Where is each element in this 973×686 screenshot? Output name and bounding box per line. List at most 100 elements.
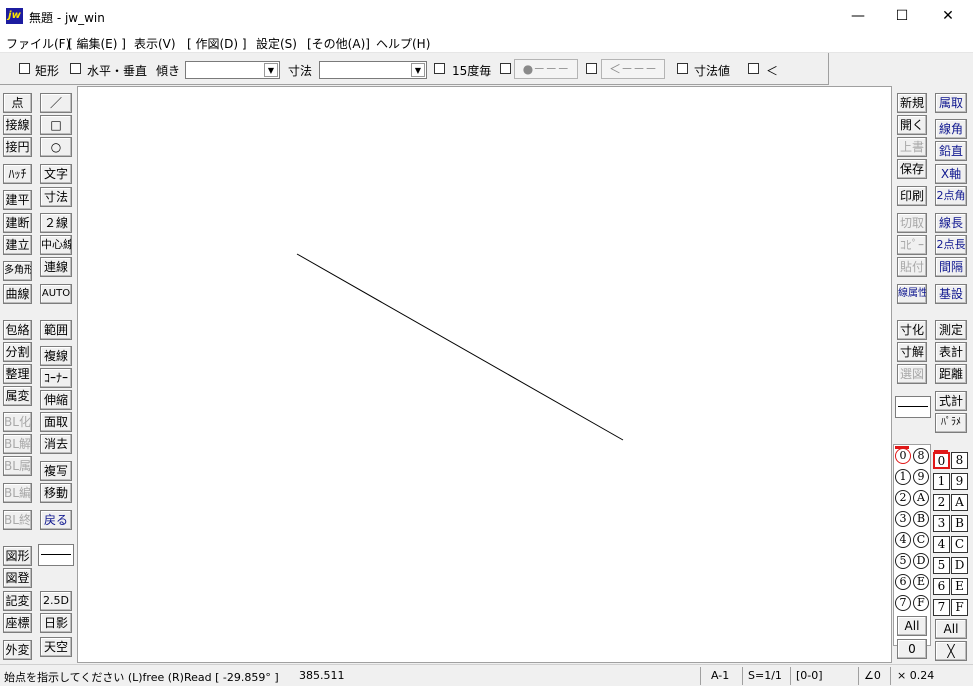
deg15-checkbox[interactable] — [434, 63, 445, 74]
layer-group-9[interactable]: 9 — [913, 469, 929, 485]
tool-x-axis[interactable]: X軸 — [935, 164, 967, 184]
tilt-combo[interactable]: ▼ — [185, 61, 280, 79]
layer-7[interactable]: 7 — [933, 599, 950, 616]
menu-draw[interactable]: [ 作図(D) ] — [187, 35, 247, 52]
tool-hatch[interactable]: ﾊｯﾁ — [3, 164, 32, 184]
tool-external[interactable]: 外変 — [3, 640, 32, 660]
menu-help[interactable]: ヘルプ(H) — [376, 35, 430, 52]
menu-file[interactable]: ファイル(F) — [6, 35, 70, 52]
tool-coordinates[interactable]: 座標 — [3, 613, 32, 633]
layer-5[interactable]: 5 — [933, 557, 950, 574]
tool-2-5d[interactable]: 2.5D — [40, 591, 72, 611]
layer-8[interactable]: 8 — [951, 452, 968, 469]
arrow-line-button[interactable]: ＜－－－ — [601, 59, 665, 79]
tool-dimension[interactable]: 寸法 — [40, 187, 72, 207]
layer-group-e[interactable]: E — [913, 574, 929, 590]
layer-3[interactable]: 3 — [933, 515, 950, 532]
tool-print[interactable]: 印刷 — [897, 186, 927, 206]
tool-continuous-line[interactable]: 連線 — [40, 257, 72, 277]
maximize-button[interactable]: ☐ — [879, 0, 925, 32]
status-angle[interactable]: ∠0 — [864, 669, 881, 682]
tool-figure[interactable]: 図形 — [3, 546, 32, 566]
layer-6[interactable]: 6 — [933, 578, 950, 595]
tool-paste[interactable]: 貼付 — [897, 257, 927, 277]
tool-attr-pick[interactable]: 属取 — [935, 93, 967, 113]
rect-checkbox[interactable] — [19, 63, 30, 74]
tool-line[interactable]: ／ — [40, 93, 72, 113]
menu-settings[interactable]: 設定(S) — [256, 35, 297, 52]
tool-chamfer[interactable]: 面取 — [40, 412, 72, 432]
tool-sky[interactable]: 天空 — [40, 637, 72, 657]
tool-range[interactable]: 範囲 — [40, 320, 72, 340]
tool-new[interactable]: 新規 — [897, 93, 927, 113]
layer-all-button[interactable]: All — [935, 619, 967, 639]
minimize-button[interactable]: — — [835, 0, 881, 32]
tool-center-line[interactable]: 中心線 — [40, 235, 72, 255]
layer-9[interactable]: 9 — [951, 473, 968, 490]
tool-copy[interactable]: 複写 — [40, 461, 72, 481]
tool-block-attr[interactable]: BL属 — [3, 456, 32, 476]
tool-shadow[interactable]: 日影 — [40, 613, 72, 633]
layer-c[interactable]: C — [951, 536, 968, 553]
tool-attr-change[interactable]: 属変 — [3, 386, 32, 406]
layer-b[interactable]: B — [951, 515, 968, 532]
layer-e[interactable]: E — [951, 578, 968, 595]
tool-figure-register[interactable]: 図登 — [3, 568, 32, 588]
hv-checkbox[interactable] — [70, 63, 81, 74]
tool-circle[interactable]: ○ — [40, 137, 72, 157]
layer-group-all-button[interactable]: All — [897, 616, 927, 636]
layer-group-a[interactable]: A — [913, 490, 929, 506]
tool-text[interactable]: 文字 — [40, 164, 72, 184]
tool-copy-clip[interactable]: ｺﾋﾟｰ — [897, 235, 927, 255]
chevron-down-icon[interactable]: ▼ — [264, 63, 278, 77]
layer-group-0[interactable]: 0 — [895, 448, 911, 464]
tool-polygon[interactable]: 多角形 — [3, 261, 32, 281]
arrow-checkbox[interactable] — [586, 63, 597, 74]
chevron-down-icon[interactable]: ▼ — [411, 63, 425, 77]
tool-dim-explode[interactable]: 寸解 — [897, 342, 927, 362]
layer-d[interactable]: D — [951, 557, 968, 574]
tool-divide[interactable]: 分割 — [3, 342, 32, 362]
menu-edit[interactable]: [ 編集(E) ] — [68, 35, 126, 52]
layer-a[interactable]: A — [951, 494, 968, 511]
tool-stretch[interactable]: 伸縮 — [40, 390, 72, 410]
tool-measure[interactable]: 測定 — [935, 320, 967, 340]
layer-group-c[interactable]: C — [913, 532, 929, 548]
tool-2pt-angle[interactable]: 2点角 — [935, 186, 967, 206]
tool-line-length[interactable]: 線長 — [935, 213, 967, 233]
close-button[interactable]: ✕ — [925, 0, 971, 32]
lt-checkbox[interactable] — [748, 63, 759, 74]
tool-plan[interactable]: 建平 — [3, 190, 32, 210]
tool-rectangle[interactable]: □ — [40, 115, 72, 135]
tool-overwrite[interactable]: 上書 — [897, 137, 927, 157]
tool-curve[interactable]: 曲線 — [3, 284, 32, 304]
tool-block-end[interactable]: BL終 — [3, 510, 32, 530]
tool-block-explode[interactable]: BL解 — [3, 434, 32, 454]
layer-group-6[interactable]: 6 — [895, 574, 911, 590]
tool-open[interactable]: 開く — [897, 115, 927, 135]
layer-2[interactable]: 2 — [933, 494, 950, 511]
tool-tangent-circle[interactable]: 接円 — [3, 137, 32, 157]
tool-select-figure[interactable]: 選図 — [897, 364, 927, 384]
layer-group-2[interactable]: 2 — [895, 490, 911, 506]
tool-point[interactable]: 点 — [3, 93, 32, 113]
tool-table-calc[interactable]: 表計 — [935, 342, 967, 362]
layer-0[interactable]: 0 — [933, 452, 950, 469]
tool-block-edit[interactable]: BL編 — [3, 483, 32, 503]
layer-group-7[interactable]: 7 — [895, 595, 911, 611]
layer-group-f[interactable]: F — [913, 595, 929, 611]
layer-group-5[interactable]: 5 — [895, 553, 911, 569]
layer-group-d[interactable]: D — [913, 553, 929, 569]
layer-4[interactable]: 4 — [933, 536, 950, 553]
tool-tangent-line[interactable]: 接線 — [3, 115, 32, 135]
tool-corner[interactable]: ｺｰﾅｰ — [40, 368, 72, 388]
tool-elevation[interactable]: 建立 — [3, 235, 32, 255]
line-style-preview[interactable] — [895, 396, 931, 418]
tool-save[interactable]: 保存 — [897, 159, 927, 179]
dim-combo[interactable]: ▼ — [319, 61, 427, 79]
tool-block-create[interactable]: BL化 — [3, 412, 32, 432]
tool-line-angle[interactable]: 線角 — [935, 119, 967, 139]
tool-interval[interactable]: 間隔 — [935, 257, 967, 277]
tool-dim-convert[interactable]: 寸化 — [897, 320, 927, 340]
dot-checkbox[interactable] — [500, 63, 511, 74]
